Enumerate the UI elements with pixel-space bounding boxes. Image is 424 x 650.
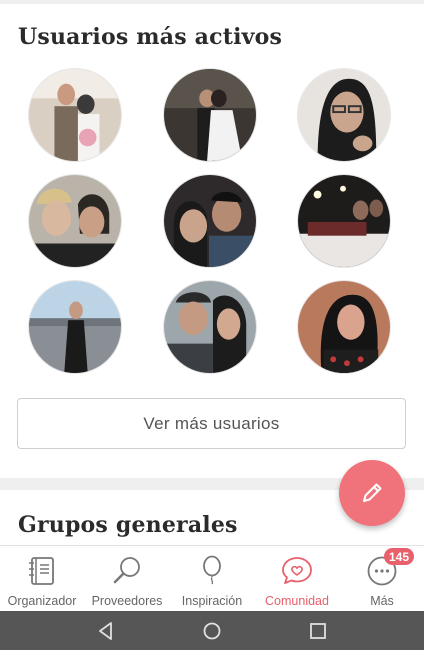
home-icon[interactable] <box>201 620 223 642</box>
bottom-navigation: Organizador Proveedores Inspiración Comu… <box>0 545 424 611</box>
section-title-active-users: Usuarios más activos <box>18 24 283 50</box>
balloon-icon <box>203 555 221 585</box>
nav-item-mas[interactable]: 145 Más <box>340 546 424 612</box>
user-avatar-9[interactable] <box>297 280 391 374</box>
nav-label-mas: Más <box>370 594 394 608</box>
pencil-icon <box>363 483 382 502</box>
user-avatar-2[interactable] <box>163 68 257 162</box>
user-avatar-1[interactable] <box>28 68 122 162</box>
planner-icon <box>29 557 54 585</box>
nav-item-organizador[interactable]: Organizador <box>0 546 84 612</box>
user-avatar-5[interactable] <box>163 174 257 268</box>
nav-item-proveedores[interactable]: Proveedores <box>84 546 170 612</box>
section-title-general-groups: Grupos generales <box>18 512 238 538</box>
nav-label-organizador: Organizador <box>7 594 77 608</box>
nav-label-inspiracion: Inspiración <box>181 594 243 608</box>
magnifier-icon <box>113 557 140 584</box>
back-icon[interactable] <box>95 620 117 642</box>
notification-badge: 145 <box>384 548 415 565</box>
more-users-button[interactable]: Ver más usuarios <box>17 398 406 449</box>
system-navigation-bar <box>0 611 424 650</box>
chat-heart-icon <box>282 557 312 584</box>
compose-post-button[interactable] <box>339 460 405 526</box>
user-avatar-6[interactable] <box>297 174 391 268</box>
app-screen: Usuarios más activos Ver más usuarios Gr… <box>0 0 424 650</box>
user-avatar-3[interactable] <box>297 68 391 162</box>
nav-label-comunidad: Comunidad <box>265 594 329 608</box>
user-avatar-7[interactable] <box>28 280 122 374</box>
user-avatar-8[interactable] <box>163 280 257 374</box>
nav-item-inspiracion[interactable]: Inspiración <box>170 546 254 612</box>
nav-item-comunidad[interactable]: Comunidad <box>254 546 340 612</box>
user-avatar-4[interactable] <box>28 174 122 268</box>
active-users-card: Usuarios más activos Ver más usuarios <box>0 4 424 478</box>
recents-icon[interactable] <box>307 620 329 642</box>
nav-label-proveedores: Proveedores <box>91 594 163 608</box>
